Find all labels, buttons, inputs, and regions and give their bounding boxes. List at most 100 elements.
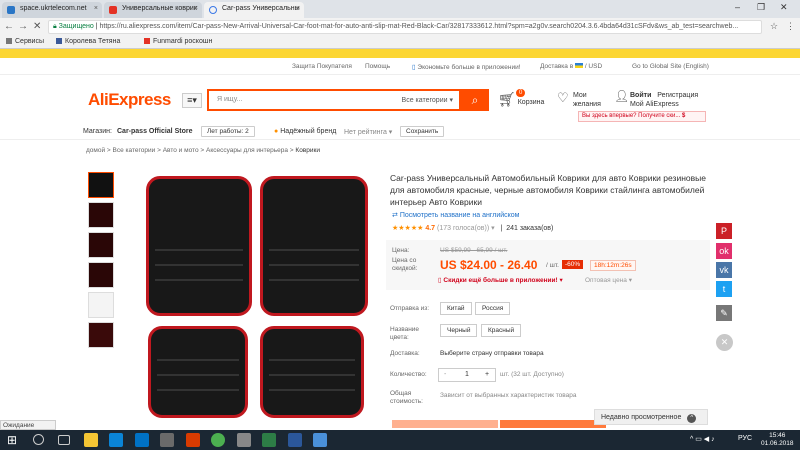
front-left-mat-image — [146, 176, 252, 316]
thumbnail-image[interactable] — [88, 262, 114, 288]
app-promo-link[interactable]: ▯ Экономьте больше в приложении! — [412, 63, 521, 71]
quantity-input[interactable]: 1 — [465, 371, 469, 378]
register-link[interactable]: Регистрация — [657, 92, 698, 99]
bookmark-koroleva[interactable]: Королева Тетяна — [56, 38, 120, 45]
breadcrumb-current: Коврики — [295, 147, 320, 154]
current-price: US $24.00 - 26.40 — [440, 258, 538, 272]
coupon-icon: $ — [682, 113, 686, 119]
ship-from-china[interactable]: Китай — [440, 302, 472, 315]
wishlist-link[interactable]: ♡ Мои желания — [557, 91, 601, 109]
quantity-minus-button[interactable]: - — [444, 371, 446, 378]
quantity-plus-button[interactable]: + — [485, 371, 489, 378]
breadcrumb-all[interactable]: Все категории — [113, 147, 156, 154]
app-discount-link[interactable]: ▯ Скидки ещё больше в приложении! ▾ — [438, 276, 563, 284]
app-icon[interactable] — [313, 433, 327, 447]
store-rating[interactable]: Нет рейтинга ▾ — [344, 128, 392, 136]
reliable-brand: ● Надёжный бренд — [274, 128, 337, 135]
minimize-icon[interactable]: – — [735, 2, 740, 12]
close-tab-icon[interactable]: × — [296, 5, 300, 12]
help-link[interactable]: Помощь — [365, 63, 390, 70]
my-aliexpress-link[interactable]: Мой AliExpress — [630, 100, 698, 109]
bookmark-star-icon[interactable]: ☆ — [770, 21, 778, 32]
app-icon[interactable] — [262, 433, 276, 447]
delivery-value[interactable]: Выберите страну отправки товара — [440, 350, 544, 357]
word-icon[interactable] — [288, 433, 302, 447]
thumbnail-image[interactable] — [88, 292, 114, 318]
buyer-protection-link[interactable]: Защита Покупателя — [292, 63, 352, 70]
promo-banner-strip[interactable] — [0, 49, 800, 58]
votes-link[interactable]: (173 голоса(ов)) ▾ — [437, 225, 495, 232]
search-input[interactable]: Я ищу... Все категории ▾ — [207, 89, 461, 111]
new-user-promo[interactable]: Вы здесь впервые? Получите ски... $ — [578, 111, 706, 122]
site-top-nav: Защита Покупателя Помощь ▯ Экономьте бол… — [0, 58, 800, 75]
aliexpress-logo[interactable]: AliExpress — [88, 90, 171, 110]
back-icon[interactable]: ← — [4, 21, 14, 32]
clock[interactable]: 15:46 01.06.2018 — [761, 432, 794, 448]
price-unit: / шт. — [546, 262, 559, 269]
vk-icon[interactable]: vk — [716, 262, 732, 278]
breadcrumb-interior[interactable]: Аксессуары для интерьера — [206, 147, 288, 154]
search-button[interactable]: ⌕ — [461, 89, 489, 111]
store-years: Лет работы: 2 — [201, 126, 255, 137]
outlook-icon[interactable] — [135, 433, 149, 447]
close-tab-icon[interactable]: × — [194, 5, 198, 12]
tab-ukrtelecom[interactable]: space.ukrtelecom.net × — [2, 2, 102, 18]
search-icon[interactable] — [33, 434, 44, 445]
maximize-icon[interactable]: ❐ — [757, 2, 765, 13]
tray-icons[interactable]: ^ ▭ ◀ ♪ — [690, 435, 715, 443]
wholesale-price-link[interactable]: Оптовая цена ▾ — [585, 276, 632, 284]
app-icon[interactable] — [237, 433, 251, 447]
flag-icon — [575, 63, 583, 68]
chrome-icon[interactable] — [211, 433, 225, 447]
discount-label: Цена со — [392, 257, 417, 264]
edit-icon[interactable]: ✎ — [716, 305, 732, 321]
file-explorer-icon[interactable] — [84, 433, 98, 447]
store-name[interactable]: Car-pass Official Store — [117, 128, 192, 135]
url-input[interactable]: 🔒︎ Защищено | https://ru.aliexpress.com/… — [48, 20, 762, 34]
add-to-cart-button[interactable] — [500, 420, 606, 428]
store-bar: Магазин: Car-pass Official Store Лет раб… — [0, 124, 800, 140]
thumbnail-image[interactable] — [88, 322, 114, 348]
office-icon[interactable] — [186, 433, 200, 447]
tab-kovriki[interactable]: Универсальные коврик × — [104, 2, 202, 18]
close-tab-icon[interactable]: × — [94, 5, 98, 12]
menu-icon[interactable]: ⋮ — [786, 21, 795, 32]
color-black[interactable]: Черный — [440, 324, 478, 337]
thumbnail-image[interactable] — [88, 202, 114, 228]
quantity-stepper[interactable]: - 1 + — [438, 368, 496, 382]
browser-status: Ожидание кеша.... — [0, 420, 56, 436]
global-site-link[interactable]: Go to Global Site (English) — [632, 63, 709, 70]
save-store-button[interactable]: Сохранить — [400, 126, 445, 137]
odnoklassniki-icon[interactable]: ok — [716, 243, 732, 259]
task-view-icon[interactable] — [58, 435, 70, 445]
pinterest-icon[interactable]: P — [716, 223, 732, 239]
skype-icon[interactable] — [109, 433, 123, 447]
windows-start-icon[interactable]: ⊞ — [7, 433, 21, 447]
twitter-icon[interactable]: t — [716, 281, 732, 297]
search-category-select[interactable]: Все категории ▾ — [402, 96, 453, 104]
window-close-icon[interactable]: ✕ — [780, 2, 788, 13]
bookmark-services[interactable]: Сервисы — [6, 38, 44, 45]
ship-to-selector[interactable]: Доставка в / USD — [540, 63, 602, 70]
category-menu-button[interactable]: ≡▾ — [182, 93, 202, 108]
calculator-icon[interactable] — [160, 433, 174, 447]
tab-car-pass[interactable]: Car-pass Универсальны × — [204, 2, 304, 18]
language-indicator[interactable]: РУС — [738, 435, 752, 442]
english-title-link[interactable]: ⇄ Посмотреть название на английском — [392, 211, 520, 219]
stop-icon[interactable]: ✕ — [33, 21, 41, 32]
bookmark-funmardi[interactable]: Funmardi роскошн — [144, 38, 212, 45]
buy-now-button[interactable] — [392, 420, 498, 428]
loading-icon — [209, 6, 217, 14]
thumbnail-image[interactable] — [88, 232, 114, 258]
close-share-icon[interactable]: ✕ — [716, 334, 733, 351]
main-product-image[interactable] — [140, 172, 375, 420]
ship-from-russia[interactable]: Россия — [475, 302, 511, 315]
breadcrumb-home[interactable]: домой — [86, 147, 105, 154]
thumbnail-image[interactable] — [88, 172, 114, 198]
recently-viewed-panel[interactable]: Недавно просмотренное ^ — [594, 409, 708, 425]
login-link[interactable]: Войти — [630, 92, 651, 99]
orders-count: 241 заказа(ов) — [506, 225, 554, 232]
breadcrumb-auto[interactable]: Авто и мото — [163, 147, 199, 154]
forward-icon[interactable]: → — [18, 21, 28, 32]
color-red[interactable]: Красный — [481, 324, 522, 337]
